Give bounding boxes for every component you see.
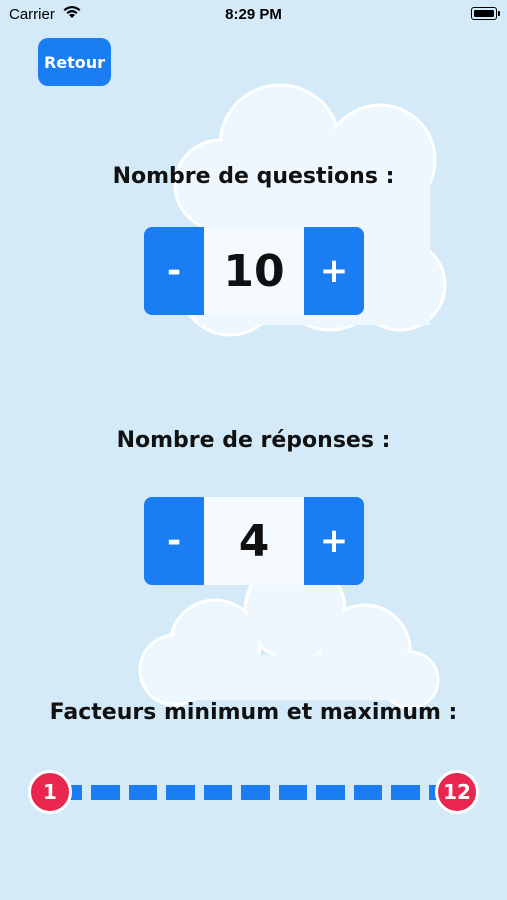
answers-title: Nombre de réponses :: [116, 428, 391, 453]
questions-value: 10: [204, 227, 304, 315]
questions-increment-button[interactable]: +: [304, 227, 364, 315]
factors-title: Facteurs minimum et maximum :: [49, 700, 458, 725]
answers-stepper: - 4 +: [144, 497, 364, 585]
back-button[interactable]: Retour: [38, 38, 111, 86]
slider-min-handle[interactable]: 1: [28, 770, 72, 814]
questions-decrement-button[interactable]: -: [144, 227, 204, 315]
factors-range-slider[interactable]: 1 12: [26, 768, 481, 820]
clock: 8:29 PM: [225, 6, 282, 23]
answers-decrement-button[interactable]: -: [144, 497, 204, 585]
answers-value: 4: [204, 497, 304, 585]
status-bar: Carrier 8:29 PM: [0, 0, 507, 30]
questions-title: Nombre de questions :: [112, 164, 395, 189]
questions-stepper: - 10 +: [144, 227, 364, 315]
slider-track: [50, 785, 457, 800]
answers-increment-button[interactable]: +: [304, 497, 364, 585]
battery-icon: [471, 7, 500, 20]
slider-max-handle[interactable]: 12: [435, 770, 479, 814]
